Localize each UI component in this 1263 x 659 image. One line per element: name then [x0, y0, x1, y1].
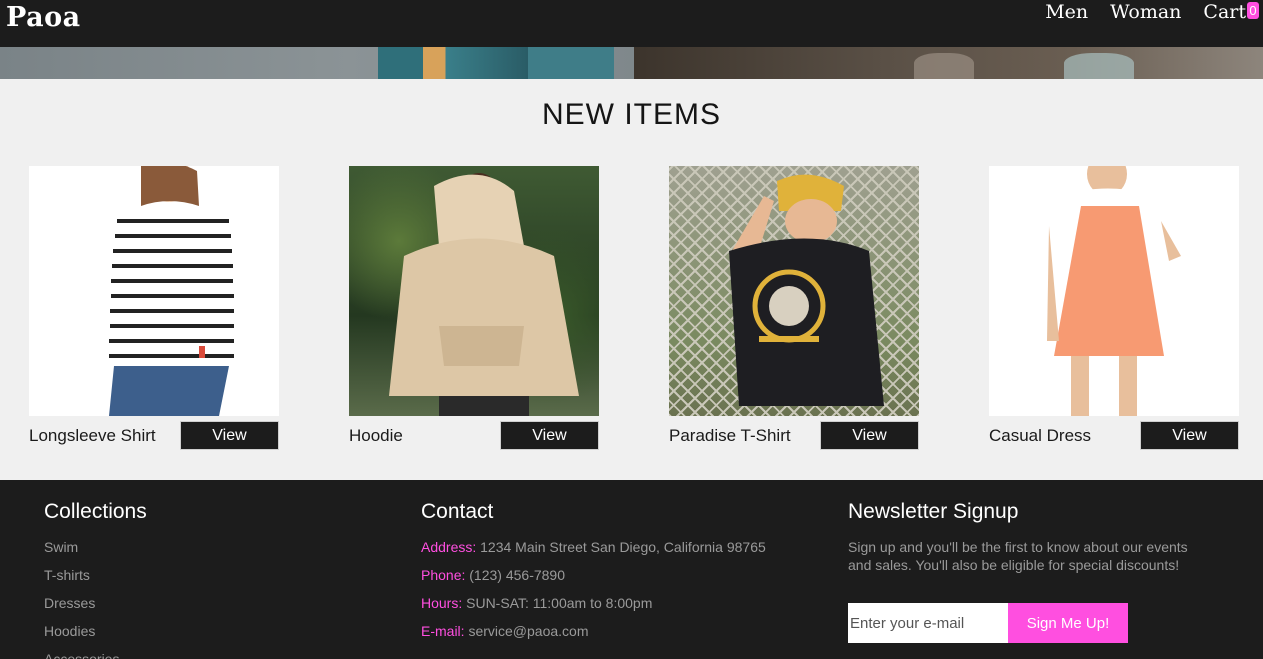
site-footer: Collections Swim T-shirts Dresses Hoodie…	[0, 480, 1263, 659]
hoodie-illustration	[389, 173, 579, 416]
contact-phone: Phone: (123) 456-7890	[421, 566, 766, 594]
product-image-longsleeve-shirt[interactable]	[29, 166, 279, 416]
collection-link-dresses[interactable]: Dresses	[44, 594, 147, 622]
product-name: Longsleeve Shirt	[29, 425, 156, 445]
product-image-casual-dress[interactable]	[989, 166, 1239, 416]
logo[interactable]: Paoa	[6, 2, 81, 33]
contact-email: E-mail: service@paoa.com	[421, 622, 766, 650]
hero-shirt-detail	[378, 47, 528, 79]
product-name: Hoodie	[349, 425, 403, 445]
paradise-t-shirt-illustration	[729, 174, 884, 406]
nav-woman-link[interactable]: Woman	[1110, 1, 1181, 23]
newsletter-description: Sign up and you'll be the first to know …	[848, 539, 1188, 573]
phone-value: (123) 456-7890	[469, 567, 566, 583]
casual-dress-illustration	[1047, 166, 1181, 416]
collection-link-accessories[interactable]: Accessories	[44, 650, 147, 659]
hero-image-men[interactable]	[0, 47, 634, 79]
view-button[interactable]: View	[500, 421, 599, 450]
nav-men-link[interactable]: Men	[1045, 1, 1088, 23]
hero-rock	[914, 53, 974, 79]
contact-hours: Hours: SUN-SAT: 11:00am to 8:00pm	[421, 594, 766, 622]
address-label: Address:	[421, 539, 477, 555]
product-card: Casual Dress View	[989, 166, 1239, 450]
hero-banner	[0, 47, 1263, 79]
hero-figure	[1064, 53, 1134, 79]
sign-me-up-button[interactable]: Sign Me Up!	[1008, 603, 1128, 643]
collection-link-hoodies[interactable]: Hoodies	[44, 622, 147, 650]
hours-label: Hours:	[421, 595, 463, 611]
new-items-heading: NEW ITEMS	[542, 98, 721, 131]
product-image-paradise-t-shirt[interactable]	[669, 166, 919, 416]
product-image-hoodie[interactable]	[349, 166, 599, 416]
footer-collections: Collections Swim T-shirts Dresses Hoodie…	[44, 500, 147, 659]
newsletter-form: Sign Me Up!	[848, 603, 1128, 643]
email-value[interactable]: service@paoa.com	[468, 623, 588, 639]
footer-contact: Contact Address: 1234 Main Street San Di…	[421, 500, 766, 650]
collection-link-t-shirts[interactable]: T-shirts	[44, 566, 147, 594]
site-header: Paoa Men Woman Cart 0	[0, 0, 1263, 47]
phone-label: Phone:	[421, 567, 466, 583]
cart-link[interactable]: Cart 0	[1203, 1, 1259, 23]
product-card: Paradise T-Shirt View	[669, 166, 919, 450]
product-card: Longsleeve Shirt View	[29, 166, 279, 450]
view-button[interactable]: View	[180, 421, 279, 450]
nav-cart-label[interactable]: Cart	[1203, 1, 1246, 23]
newsletter-email-input[interactable]	[848, 603, 1008, 643]
main-nav: Men Woman Cart 0	[1045, 0, 1259, 24]
hero-image-woman[interactable]	[634, 47, 1263, 79]
contact-heading: Contact	[421, 500, 494, 523]
address-value: 1234 Main Street San Diego, California 9…	[480, 539, 766, 555]
footer-newsletter: Newsletter Signup Sign up and you'll be …	[848, 500, 1198, 643]
product-name: Casual Dress	[989, 425, 1092, 445]
hero-shirt-detail-2	[528, 47, 614, 79]
product-grid: Longsleeve Shirt View Hoodie View Paradi…	[0, 166, 1263, 451]
product-name: Paradise T-Shirt	[669, 425, 791, 445]
newsletter-heading: Newsletter Signup	[848, 500, 1019, 523]
cart-count-badge: 0	[1247, 2, 1259, 19]
product-card: Hoodie View	[349, 166, 599, 450]
view-button[interactable]: View	[820, 421, 919, 450]
collection-link-swim[interactable]: Swim	[44, 538, 147, 566]
email-label: E-mail:	[421, 623, 465, 639]
contact-address: Address: 1234 Main Street San Diego, Cal…	[421, 538, 766, 566]
longsleeve-shirt-illustration	[109, 166, 234, 416]
hours-value: SUN-SAT: 11:00am to 8:00pm	[466, 595, 653, 611]
view-button[interactable]: View	[1140, 421, 1239, 450]
collections-heading: Collections	[44, 500, 147, 523]
